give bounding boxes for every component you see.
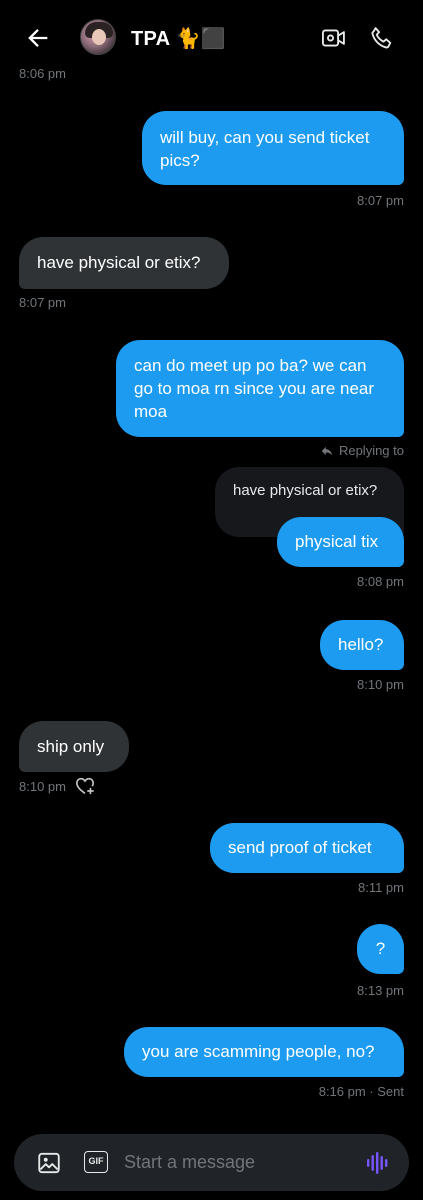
arrow-left-icon[interactable] bbox=[24, 24, 52, 52]
message-time: 8:10 pm bbox=[19, 779, 66, 794]
replying-to-label: Replying to bbox=[320, 443, 404, 458]
message-outgoing[interactable]: can do meet up po ba? we can go to moa r… bbox=[116, 340, 404, 437]
add-reaction-icon[interactable] bbox=[74, 776, 96, 796]
timestamp: 8:06 pm bbox=[19, 66, 66, 81]
conversation-header: TPA 🐈⬛ bbox=[0, 0, 423, 72]
message-time: 8:13 pm bbox=[357, 983, 404, 998]
message-input[interactable]: Start a message bbox=[124, 1152, 255, 1173]
message-outgoing[interactable]: hello? bbox=[320, 620, 404, 670]
message-time: 8:08 pm bbox=[357, 574, 404, 589]
replying-to-text: Replying to bbox=[338, 443, 404, 458]
phone-icon[interactable] bbox=[368, 24, 396, 52]
image-icon[interactable] bbox=[36, 1150, 62, 1176]
message-time: 8:07 pm bbox=[19, 295, 66, 310]
message-outgoing[interactable]: physical tix bbox=[277, 517, 404, 567]
message-incoming[interactable]: ship only bbox=[19, 721, 129, 772]
gif-icon[interactable]: GIF bbox=[84, 1151, 108, 1173]
conversation-title[interactable]: TPA 🐈⬛ bbox=[131, 26, 226, 51]
avatar[interactable] bbox=[80, 19, 116, 55]
message-outgoing[interactable]: ? bbox=[357, 924, 404, 974]
message-time: 8:16 pm · Sent bbox=[318, 1084, 404, 1099]
message-time: 8:11 pm bbox=[357, 880, 404, 895]
message-outgoing[interactable]: send proof of ticket bbox=[210, 823, 404, 873]
message-composer: GIF Start a message bbox=[14, 1134, 409, 1191]
reply-icon bbox=[321, 446, 333, 455]
video-camera-icon[interactable] bbox=[320, 24, 348, 52]
message-outgoing[interactable]: will buy, can you send ticket pics? bbox=[142, 111, 404, 185]
message-time: 8:07 pm bbox=[357, 193, 404, 208]
message-outgoing[interactable]: you are scamming people, no? bbox=[124, 1027, 404, 1077]
message-incoming[interactable]: have physical or etix? bbox=[19, 237, 229, 289]
message-time: 8:10 pm bbox=[357, 677, 404, 692]
voice-wave-icon[interactable] bbox=[366, 1149, 390, 1177]
